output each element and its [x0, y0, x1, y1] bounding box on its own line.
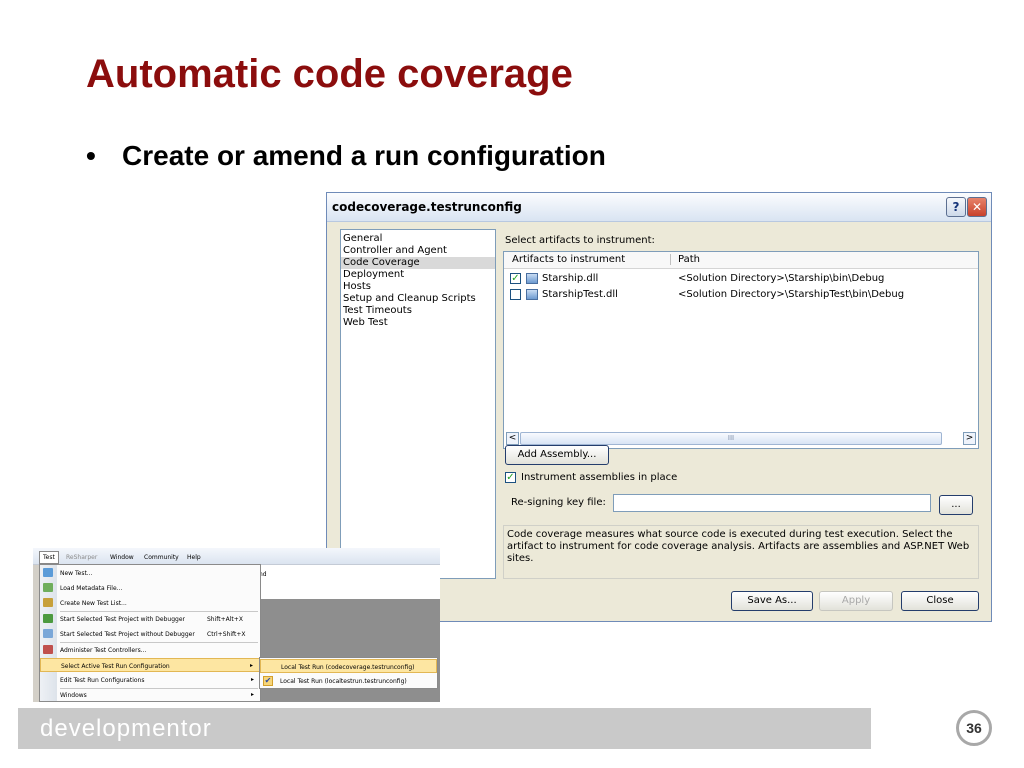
help-button[interactable]: ? — [946, 197, 966, 217]
menu-item-label: Create New Test List... — [60, 600, 127, 607]
menubar-test[interactable]: Test — [39, 551, 59, 564]
column-separator[interactable] — [670, 254, 671, 265]
artifact-path: <Solution Directory>\StarshipTest\bin\De… — [678, 289, 905, 300]
check-icon: ✔ — [263, 676, 273, 686]
save-as-button[interactable]: Save As... — [731, 591, 813, 611]
test-menu-screenshot: Test ReSharper Window Community Help nd … — [33, 548, 440, 702]
artifact-list: Artifacts to instrument Path ✓ Starship.… — [503, 251, 979, 449]
editor-background: nd — [253, 565, 440, 600]
category-general[interactable]: General — [341, 233, 495, 245]
category-test-timeouts[interactable]: Test Timeouts — [341, 305, 495, 317]
artifact-list-header: Artifacts to instrument Path — [504, 252, 978, 269]
menu-item-label: Windows — [60, 692, 87, 699]
dll-icon — [526, 289, 538, 300]
menu-item-label: Administer Test Controllers... — [60, 647, 147, 654]
run-debug-icon — [43, 614, 53, 623]
category-hosts[interactable]: Hosts — [341, 281, 495, 293]
submenu-item-label: Local Test Run (codecoverage.testrunconf… — [281, 664, 415, 671]
artifact-path: <Solution Directory>\Starship\bin\Debug — [678, 273, 885, 284]
category-list: General Controller and Agent Code Covera… — [340, 229, 496, 579]
menu-item-label: Select Active Test Run Configuration — [61, 663, 170, 670]
apply-button[interactable]: Apply — [819, 591, 893, 611]
submenu-item-codecoverage[interactable]: Local Test Run (codecoverage.testrunconf… — [260, 659, 437, 673]
scroll-right-icon[interactable]: > — [963, 432, 976, 445]
footer-bar: developmentor — [18, 708, 871, 749]
menubar-community[interactable]: Community — [144, 554, 179, 561]
category-deployment[interactable]: Deployment — [341, 269, 495, 281]
bullet-glyph: • — [86, 140, 96, 171]
resigning-key-input[interactable] — [613, 494, 931, 512]
menu-item-new-test[interactable]: New Test... — [40, 566, 260, 580]
menu-item-load-metadata[interactable]: Load Metadata File... — [40, 581, 260, 595]
artifact-row[interactable]: StarshipTest.dll <Solution Directory>\St… — [510, 288, 974, 304]
instrument-in-place-label: Instrument assemblies in place — [521, 472, 678, 483]
menu-item-start-with-debugger[interactable]: Start Selected Test Project with Debugge… — [40, 612, 260, 626]
menu-item-start-without-debugger[interactable]: Start Selected Test Project without Debu… — [40, 627, 260, 641]
instrument-in-place-checkbox[interactable]: ✓ — [505, 472, 516, 483]
artifact-name: StarshipTest.dll — [542, 289, 618, 300]
test-list-icon — [43, 598, 53, 607]
dialog-titlebar: codecoverage.testrunconfig ? ✕ — [327, 193, 991, 222]
scroll-left-icon[interactable]: < — [506, 432, 519, 445]
artifact-row[interactable]: ✓ Starship.dll <Solution Directory>\Star… — [510, 272, 974, 288]
close-button[interactable]: Close — [901, 591, 979, 611]
menu-item-label: Load Metadata File... — [60, 585, 123, 592]
page-number: 36 — [956, 710, 992, 746]
category-web-test[interactable]: Web Test — [341, 317, 495, 329]
menu-item-label: Start Selected Test Project without Debu… — [60, 631, 195, 638]
menu-item-select-active-config[interactable]: Select Active Test Run Configuration ▸ — [40, 658, 260, 672]
artifact-checkbox-starshiptest[interactable] — [510, 289, 521, 300]
menu-item-shortcut: Ctrl+Shift+X — [207, 631, 246, 638]
select-artifacts-label: Select artifacts to instrument: — [505, 235, 655, 246]
code-coverage-panel: Select artifacts to instrument: Artifact… — [503, 229, 981, 581]
load-metadata-icon — [43, 583, 53, 592]
browse-key-button[interactable]: ... — [939, 495, 973, 515]
menu-item-shortcut: Shift+Alt+X — [207, 616, 243, 623]
bullet-text: Create or amend a run configuration — [122, 140, 606, 171]
menubar: Test ReSharper Window Community Help — [33, 548, 440, 565]
scroll-thumb[interactable]: III — [520, 432, 942, 445]
description-text: Code coverage measures what source code … — [503, 525, 979, 579]
menubar-help[interactable]: Help — [187, 554, 201, 561]
artifact-name: Starship.dll — [542, 273, 599, 284]
category-setup-and-cleanup-scripts[interactable]: Setup and Cleanup Scripts — [341, 293, 495, 305]
submenu-item-label: Local Test Run (localtestrun.testrunconf… — [280, 678, 407, 685]
dialog-title: codecoverage.testrunconfig — [332, 200, 522, 214]
dll-icon — [526, 273, 538, 284]
menu-item-create-test-list[interactable]: Create New Test List... — [40, 596, 260, 610]
add-assembly-button[interactable]: Add Assembly... — [505, 445, 609, 465]
menu-item-label: New Test... — [60, 570, 93, 577]
submenu-arrow-icon: ▸ — [250, 691, 254, 698]
menu-item-edit-configs[interactable]: Edit Test Run Configurations ▸ — [40, 673, 260, 687]
close-window-button[interactable]: ✕ — [967, 197, 987, 217]
menubar-window[interactable]: Window — [110, 554, 134, 561]
menu-item-label: Edit Test Run Configurations — [60, 677, 145, 684]
category-code-coverage[interactable]: Code Coverage — [341, 257, 495, 269]
menu-item-administer-controllers[interactable]: Administer Test Controllers... — [40, 643, 260, 657]
submenu-arrow-icon: ▸ — [250, 676, 254, 683]
footer-logo: developmentor — [40, 715, 212, 742]
run-config-submenu: Local Test Run (codecoverage.testrunconf… — [259, 657, 438, 689]
submenu-item-localtestrun[interactable]: ✔ Local Test Run (localtestrun.testrunco… — [260, 674, 437, 688]
slide-title: Automatic code coverage — [86, 52, 573, 96]
column-header-artifacts[interactable]: Artifacts to instrument — [512, 254, 625, 265]
horizontal-scrollbar[interactable]: < III > — [506, 432, 976, 445]
test-menu: New Test... Load Metadata File... Create… — [39, 564, 261, 702]
menu-item-windows[interactable]: Windows ▸ — [40, 688, 260, 702]
menubar-resharper[interactable]: ReSharper — [66, 554, 97, 561]
artifact-checkbox-starship[interactable]: ✓ — [510, 273, 521, 284]
submenu-arrow-icon: ▸ — [249, 662, 253, 669]
column-header-path[interactable]: Path — [678, 254, 700, 265]
category-controller-and-agent[interactable]: Controller and Agent — [341, 245, 495, 257]
menu-item-label: Start Selected Test Project with Debugge… — [60, 616, 185, 623]
resigning-key-label: Re-signing key file: — [511, 497, 606, 508]
administer-icon — [43, 645, 53, 654]
bullet-point: • Create or amend a run configuration — [86, 140, 606, 172]
run-icon — [43, 629, 53, 638]
new-test-icon — [43, 568, 53, 577]
